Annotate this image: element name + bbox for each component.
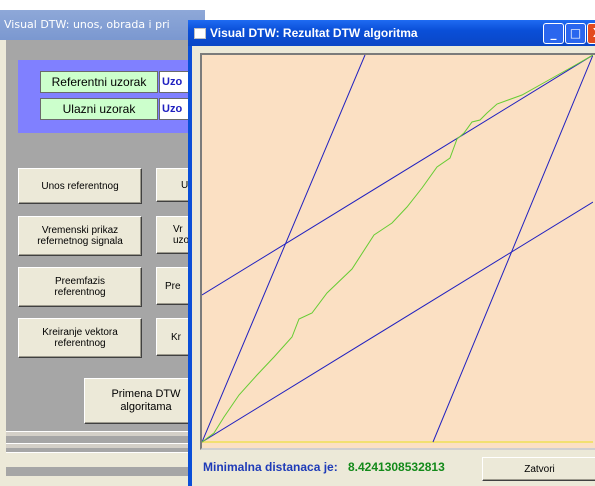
reference-pattern-label: Referentni uzorak — [40, 71, 158, 93]
main-window: Visual DTW: unos, obrada i pri Referentn… — [0, 10, 223, 486]
preemphasis-reference-line2: referentnog — [54, 287, 106, 298]
pattern-info-panel: Referentni uzorak Uzo Ulazni uzorak Uzo — [18, 60, 223, 133]
preemphasis-reference-line1: Preemfazis — [54, 276, 105, 287]
dtw-result-titlebar[interactable]: Visual DTW: Rezultat DTW algoritma _ □ X — [188, 20, 595, 46]
dtw-result-title: Visual DTW: Rezultat DTW algoritma — [210, 26, 418, 40]
close-button-label: Zatvori — [524, 463, 555, 475]
create-vector-reference-button[interactable]: Kreiranje vektora referentnog — [18, 318, 142, 358]
dtw-result-client: Minimalna distanaca je: 8.4241308532813 … — [192, 46, 595, 486]
min-distance-value: 8.4241308532813 — [348, 460, 445, 474]
divider — [6, 443, 205, 448]
window-icon — [194, 28, 206, 39]
close-button[interactable]: Zatvori — [482, 457, 595, 481]
minimize-button[interactable]: _ — [543, 23, 564, 44]
main-window-titlebar[interactable]: Visual DTW: unos, obrada i pri — [0, 10, 205, 40]
dtw-boundary-upper — [202, 55, 593, 296]
apply-dtw-line2: algoritama — [120, 401, 172, 413]
dtw-boundary-lower — [202, 201, 593, 443]
dtw-plot-canvas — [202, 55, 593, 443]
maximize-button[interactable]: □ — [565, 23, 586, 44]
time-display-reference-line1: Vremenski prikaz — [41, 225, 119, 236]
dtw-result-window: Visual DTW: Rezultat DTW algoritma _ □ X… — [188, 20, 595, 486]
time-display-reference-button[interactable]: Vremenski prikaz refernetnog signala — [18, 216, 142, 256]
main-window-title: Visual DTW: unos, obrada i pri — [4, 18, 170, 31]
apply-dtw-line1: Primena DTW — [111, 388, 181, 400]
preemphasis-input-label: Pre — [165, 280, 181, 292]
dtw-plot — [200, 53, 595, 450]
create-vector-input-label: Kr — [171, 331, 181, 343]
create-vector-reference-line1: Kreiranje vektora — [42, 327, 118, 338]
dtw-boundary-left — [202, 55, 366, 443]
create-vector-reference-line2: referentnog — [54, 338, 106, 349]
dtw-warping-path — [202, 55, 593, 443]
divider — [6, 431, 205, 436]
close-window-icon[interactable]: X — [587, 23, 595, 44]
preemphasis-reference-button[interactable]: Preemfazis referentnog — [18, 267, 142, 307]
enter-reference-label: Unos referentnog — [41, 180, 119, 192]
enter-reference-button[interactable]: Unos referentnog — [18, 168, 142, 204]
min-distance-label: Minimalna distanaca je: — [203, 460, 338, 474]
time-display-reference-line2: refernetnog signala — [37, 236, 123, 247]
time-display-input-line1: Vr — [173, 224, 183, 235]
dtw-boundary-right — [432, 55, 593, 443]
main-window-client: Referentni uzorak Uzo Ulazni uzorak Uzo … — [6, 40, 223, 476]
horizontal-scrollbar[interactable] — [6, 452, 205, 467]
input-pattern-label: Ulazni uzorak — [40, 98, 158, 120]
